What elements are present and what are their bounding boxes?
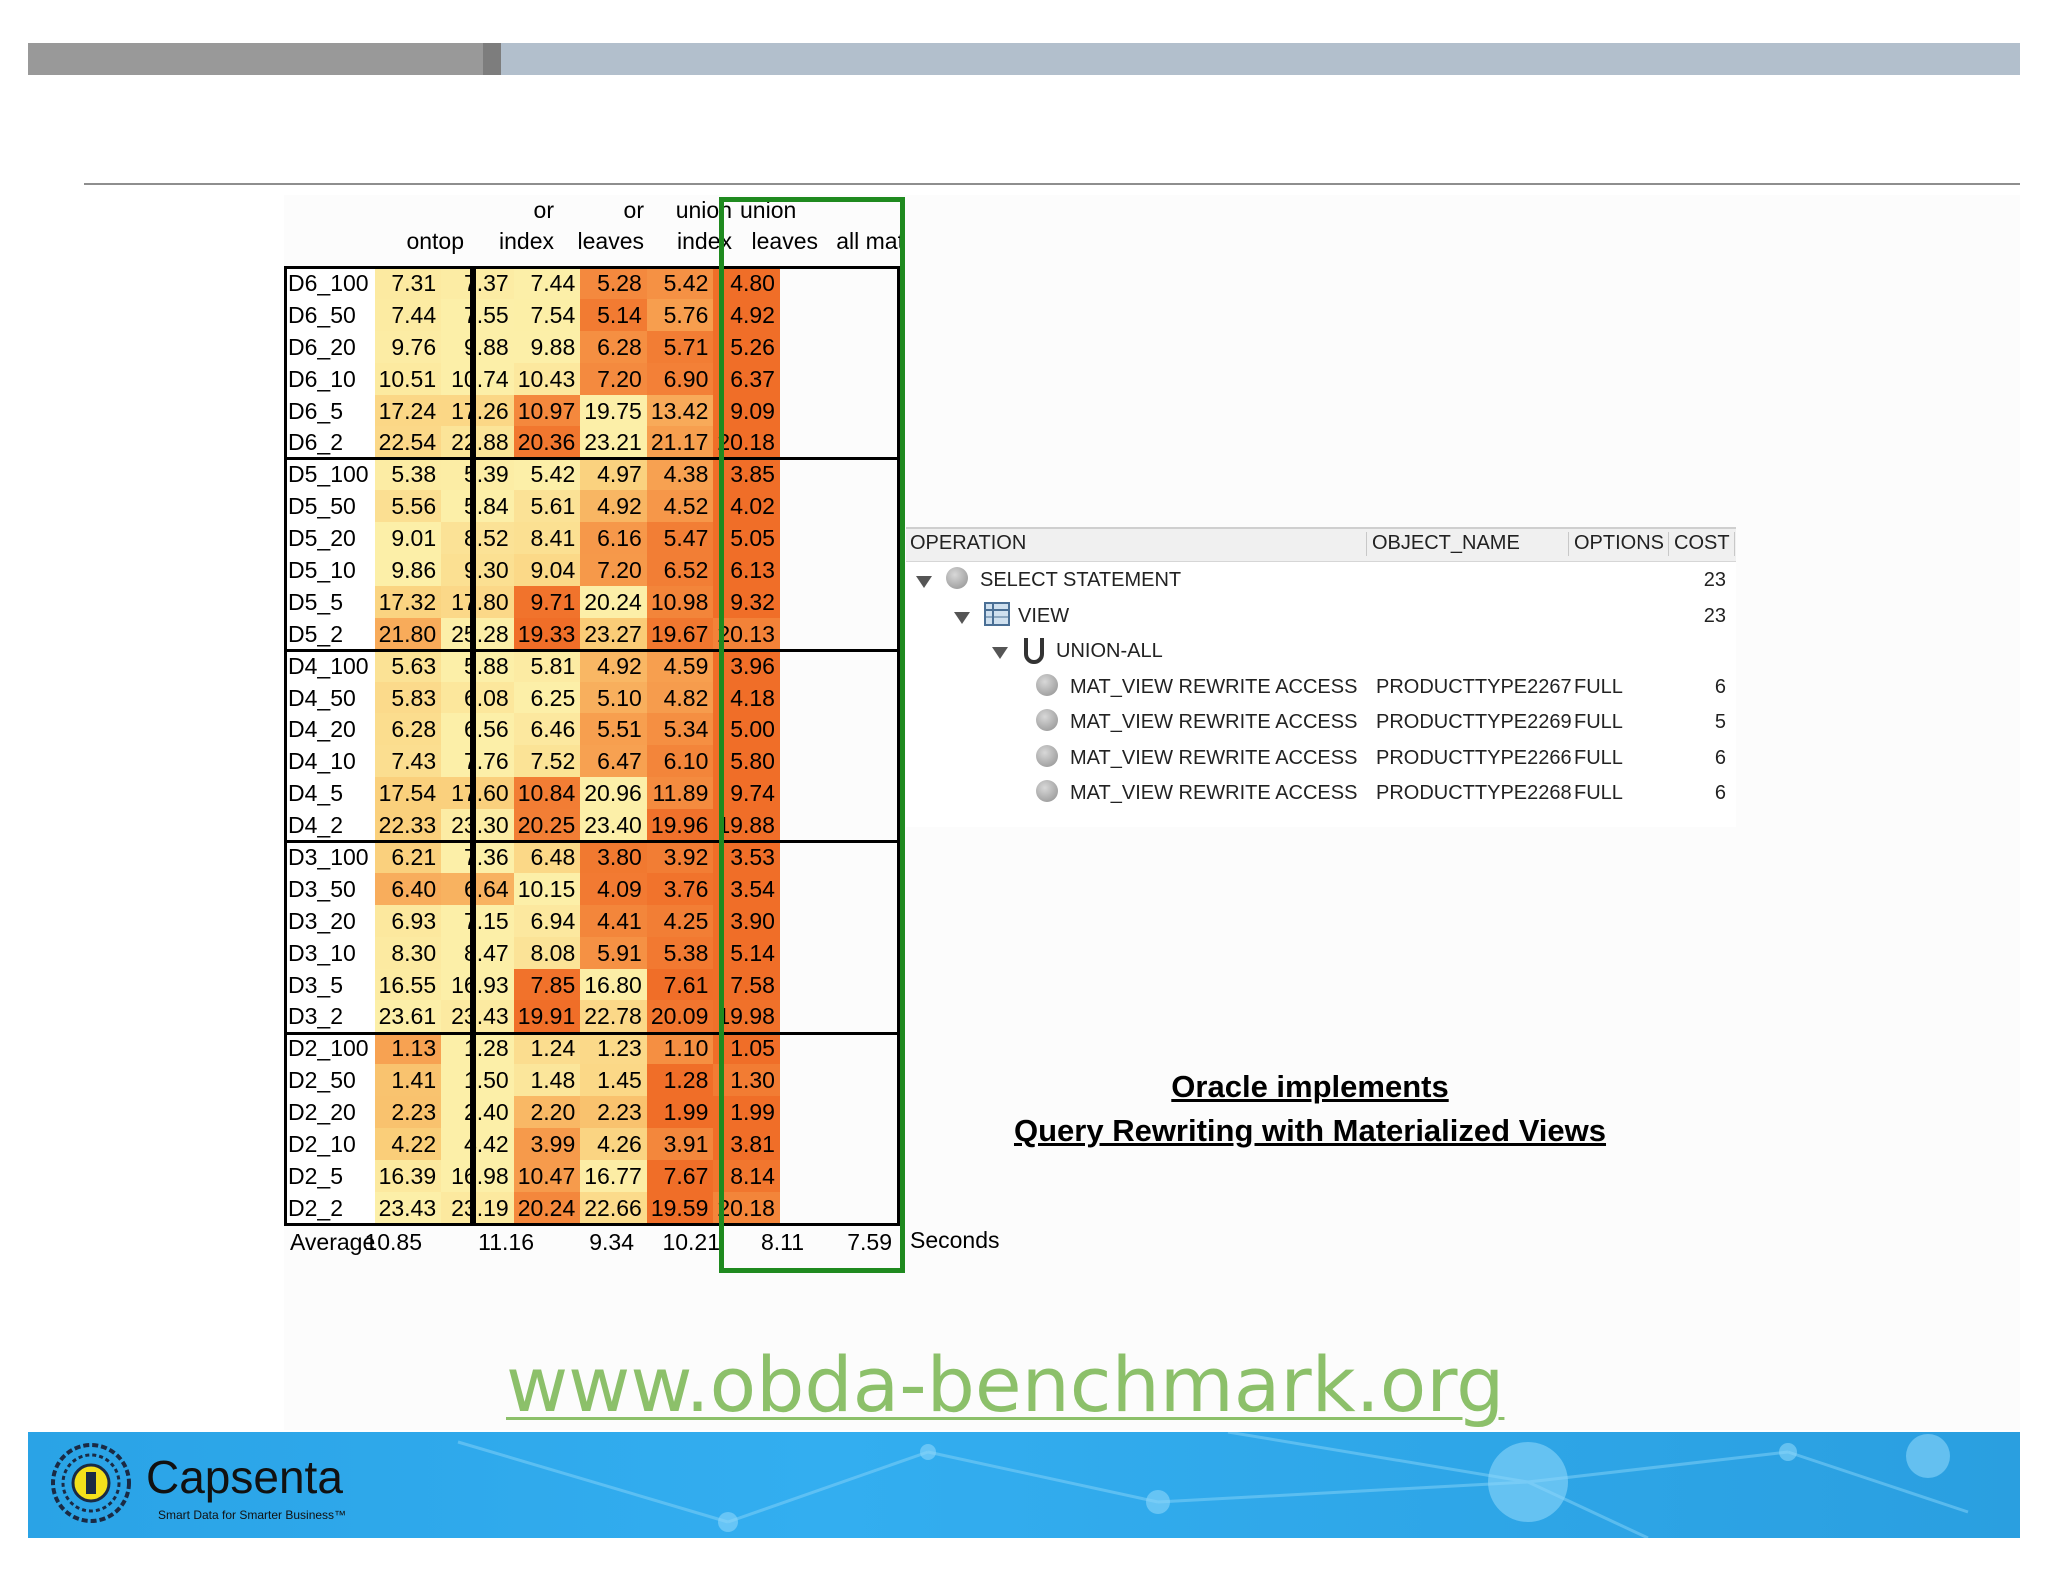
expand-triangle-icon[interactable] xyxy=(916,576,932,588)
plan-header-separator xyxy=(1366,532,1367,556)
highlight-box xyxy=(719,197,905,1273)
plan-header-operation[interactable]: OPERATION xyxy=(910,532,1026,555)
plan-operation: MAT_VIEW REWRITE ACCESS xyxy=(1070,675,1358,698)
caption-line-1: Oracle implements xyxy=(1171,1069,1449,1104)
plan-cost: 23 xyxy=(1703,604,1726,627)
column-header: or index xyxy=(468,195,554,267)
plan-object-name: PRODUCTTYPE2269 xyxy=(1376,711,1572,733)
plan-header-row: OPERATION OBJECT_NAME OPTIONS COST xyxy=(906,527,1736,562)
plan-header-separator xyxy=(1668,532,1669,556)
plan-header-options[interactable]: OPTIONS xyxy=(1574,532,1664,555)
column-divider xyxy=(470,266,476,1226)
plan-operation: MAT_VIEW REWRITE ACCESS xyxy=(1070,782,1358,804)
column-header-line-2: leaves xyxy=(577,228,644,254)
expand-triangle-icon[interactable] xyxy=(954,611,970,624)
plan-operation: UNION-ALL xyxy=(1056,640,1163,662)
plan-options: FULL xyxy=(1574,675,1623,698)
average-value: 11.16 xyxy=(478,1229,534,1255)
column-header-line-1: or xyxy=(623,197,644,223)
unit-label: Seconds xyxy=(910,1227,1000,1253)
column-header-line-2: ontop xyxy=(406,228,464,254)
plan-operation: MAT_VIEW REWRITE ACCESS xyxy=(1070,746,1358,769)
plan-object-name: PRODUCTTYPE2266 xyxy=(1376,746,1572,769)
brand-tagline: Smart Data for Smarter Business™ xyxy=(158,1508,347,1522)
average-value: 10.85 xyxy=(364,1229,422,1255)
circle-icon xyxy=(1036,709,1058,731)
explain-plan-panel: OPERATION OBJECT_NAME OPTIONS COST SELEC… xyxy=(906,527,1736,827)
plan-row[interactable]: MAT_VIEW REWRITE ACCESS PRODUCTTYPE2267 FU… xyxy=(906,670,1736,705)
circle-icon xyxy=(946,567,968,589)
plan-cost: 5 xyxy=(1714,711,1726,733)
plan-row[interactable]: SELECT STATEMENT 23 xyxy=(906,563,1736,598)
plan-operation: MAT_VIEW REWRITE ACCESS xyxy=(1070,711,1358,733)
capsenta-logo-icon xyxy=(51,1443,131,1523)
average-value: 8.11 xyxy=(760,1229,804,1255)
plan-cost: 6 xyxy=(1714,782,1726,804)
column-header-line-1: or xyxy=(533,197,554,223)
plan-header-cost[interactable]: COST xyxy=(1674,532,1730,555)
top-accent-bar-divider xyxy=(483,43,501,75)
plan-row[interactable]: MAT_VIEW REWRITE ACCESS PRODUCTTYPE2269 FU… xyxy=(906,705,1736,740)
top-accent-bar xyxy=(28,43,2020,75)
plan-cost: 23 xyxy=(1703,569,1726,591)
plan-object-name: PRODUCTTYPE2268 xyxy=(1376,782,1572,804)
plan-header-separator xyxy=(1568,532,1569,556)
footer-banner: Capsenta Smart Data for Smarter Business… xyxy=(28,1432,2020,1538)
plan-row[interactable]: VIEW 23 xyxy=(906,599,1736,634)
expand-triangle-icon[interactable] xyxy=(992,647,1008,659)
top-accent-bar-dark xyxy=(28,43,483,75)
title-rule xyxy=(84,183,2020,185)
column-header-line-2: index xyxy=(499,228,554,254)
column-header: or leaves xyxy=(558,195,644,267)
plan-options: FULL xyxy=(1574,746,1623,769)
plan-row[interactable]: MAT_VIEW REWRITE ACCESS PRODUCTTYPE2266 FU… xyxy=(906,741,1736,776)
plan-header-separator xyxy=(1734,532,1735,556)
plan-row[interactable]: UNION-ALL xyxy=(906,634,1736,669)
circle-icon xyxy=(1036,744,1058,767)
column-header-line-1 xyxy=(378,195,464,226)
plan-cost: 6 xyxy=(1714,675,1726,698)
column-header: ontop xyxy=(378,195,464,267)
plan-object-name: PRODUCTTYPE2267 xyxy=(1376,675,1572,698)
view-table-icon xyxy=(984,601,1010,632)
circle-icon xyxy=(1036,780,1058,802)
plan-operation: VIEW xyxy=(1018,604,1070,627)
plan-options: FULL xyxy=(1574,711,1623,733)
benchmark-link[interactable]: www.obda-benchmark.org xyxy=(506,1340,1504,1429)
average-value: 9.34 xyxy=(589,1229,634,1255)
circle-icon xyxy=(1036,673,1058,696)
plan-cost: 6 xyxy=(1714,746,1726,769)
plan-header-object-name[interactable]: OBJECT_NAME xyxy=(1372,532,1520,555)
union-icon xyxy=(1022,636,1046,670)
caption-line-2: Query Rewriting with Materialized Views xyxy=(1013,1113,1607,1148)
brand-name: Capsenta xyxy=(146,1451,343,1503)
plan-operation: SELECT STATEMENT xyxy=(980,569,1182,591)
average-value: 10.21 xyxy=(662,1229,720,1255)
plan-options: FULL xyxy=(1574,782,1623,804)
average-value: 7.59 xyxy=(847,1229,892,1255)
slide-caption: Oracle implements Query Rewriting with M… xyxy=(960,1065,1660,1153)
plan-row[interactable]: MAT_VIEW REWRITE ACCESS PRODUCTTYPE2268 FU… xyxy=(906,776,1736,811)
